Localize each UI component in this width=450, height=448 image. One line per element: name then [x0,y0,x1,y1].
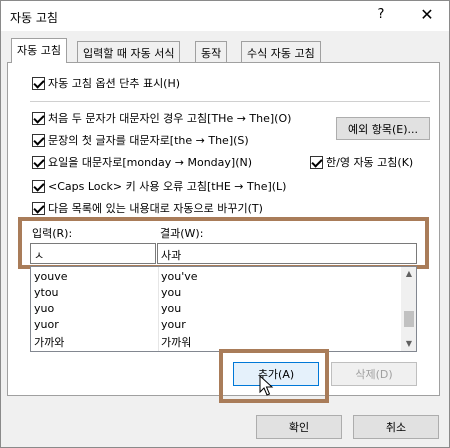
delete-button[interactable]: 삭제(D) [331,362,417,386]
checkbox[interactable] [32,111,45,125]
divider [30,101,430,102]
tab-label: 자동 고침 [17,44,61,57]
checkbox[interactable] [32,133,45,147]
entry-from: yuo [34,302,55,315]
mouse-cursor-icon [259,375,274,396]
entry-to: you [161,302,182,315]
tab-label: 입력할 때 자동 서식 [83,47,175,60]
tab-autoformat-as-you-type[interactable]: 입력할 때 자동 서식 [77,41,181,62]
tab-autocorrect[interactable]: 자동 고침 [11,38,67,63]
option-label: 한/영 자동 고침(K) [326,156,414,169]
option-first-letter-sentence[interactable]: 문장의 첫 글자를 대문자로[the → The](S) [32,132,249,148]
close-icon[interactable]: ✕ [417,5,437,24]
list-item[interactable]: yuor your [31,317,401,333]
autocorrect-dialog: 자동 고침 ? ✕ 입력할 때 자동 서식 동작 수식 자동 고침 자동 고침 … [0,0,450,448]
entry-to: 가까워 [161,336,192,349]
highlight-box [18,217,429,269]
option-label: <Caps Lock> 키 사용 오류 고침[tHE → The](L) [48,180,287,193]
vertical-scrollbar[interactable]: ▲ ▼ [401,267,416,351]
scroll-thumb[interactable] [404,311,414,327]
entry-from: 가까와 [34,336,65,349]
title-bar: 자동 고침 ? ✕ [1,1,449,31]
checkbox[interactable] [310,155,323,169]
tab-label: 수식 자동 고침 [247,47,315,60]
entry-to: you [161,286,182,299]
entry-from: yuor [34,318,59,331]
option-caps-lock[interactable]: <Caps Lock> 키 사용 오류 고침[tHE → The](L) [32,178,286,194]
scroll-up-icon[interactable]: ▲ [401,267,416,281]
option-label: 요일을 대문자로[monday → Monday](N) [48,156,253,169]
entry-to: you've [161,270,198,283]
option-label: 다음 목록에 있는 내용대로 자동으로 바꾸기(T) [48,202,263,215]
tab-math-autocorrect[interactable]: 수식 자동 고침 [241,41,321,62]
exceptions-button[interactable]: 예외 항목(E)... [336,117,430,140]
list-item[interactable]: yuo you [31,301,401,317]
checkbox[interactable] [32,201,45,215]
autocorrect-list[interactable]: youve you've ytou you yuo you yuor your … [30,266,417,352]
tab-label: 동작 [201,47,222,60]
help-icon[interactable]: ? [373,7,389,22]
ok-button[interactable]: 확인 [256,415,342,439]
option-day-names[interactable]: 요일을 대문자로[monday → Monday](N) [32,154,252,170]
checkbox[interactable] [32,155,45,169]
option-hangul-english[interactable]: 한/영 자동 고침(K) [310,154,413,170]
option-label: 자동 고침 옵션 단추 표시(H) [48,77,181,90]
checkbox[interactable] [32,76,45,90]
list-item[interactable]: 가까와 가까워 [31,333,401,349]
tab-actions[interactable]: 동작 [195,41,228,62]
dialog-title: 자동 고침 [10,11,58,25]
scroll-down-icon[interactable]: ▼ [401,337,416,351]
option-replace-text[interactable]: 다음 목록에 있는 내용대로 자동으로 바꾸기(T) [32,200,263,216]
list-item[interactable]: youve you've [31,269,401,285]
option-show-buttons[interactable]: 자동 고침 옵션 단추 표시(H) [32,75,180,91]
entry-from: ytou [34,286,59,299]
option-label: 처음 두 문자가 대문자인 경우 고침[THe → The](O) [48,112,292,125]
entry-from: youve [34,270,68,283]
list-item[interactable]: ytou you [31,285,401,301]
cancel-button[interactable]: 취소 [353,415,439,439]
entry-to: your [161,318,186,331]
option-label: 문장의 첫 글자를 대문자로[the → The](S) [48,134,249,147]
checkbox[interactable] [32,179,45,193]
option-two-initial-caps[interactable]: 처음 두 문자가 대문자인 경우 고침[THe → The](O) [32,110,291,126]
